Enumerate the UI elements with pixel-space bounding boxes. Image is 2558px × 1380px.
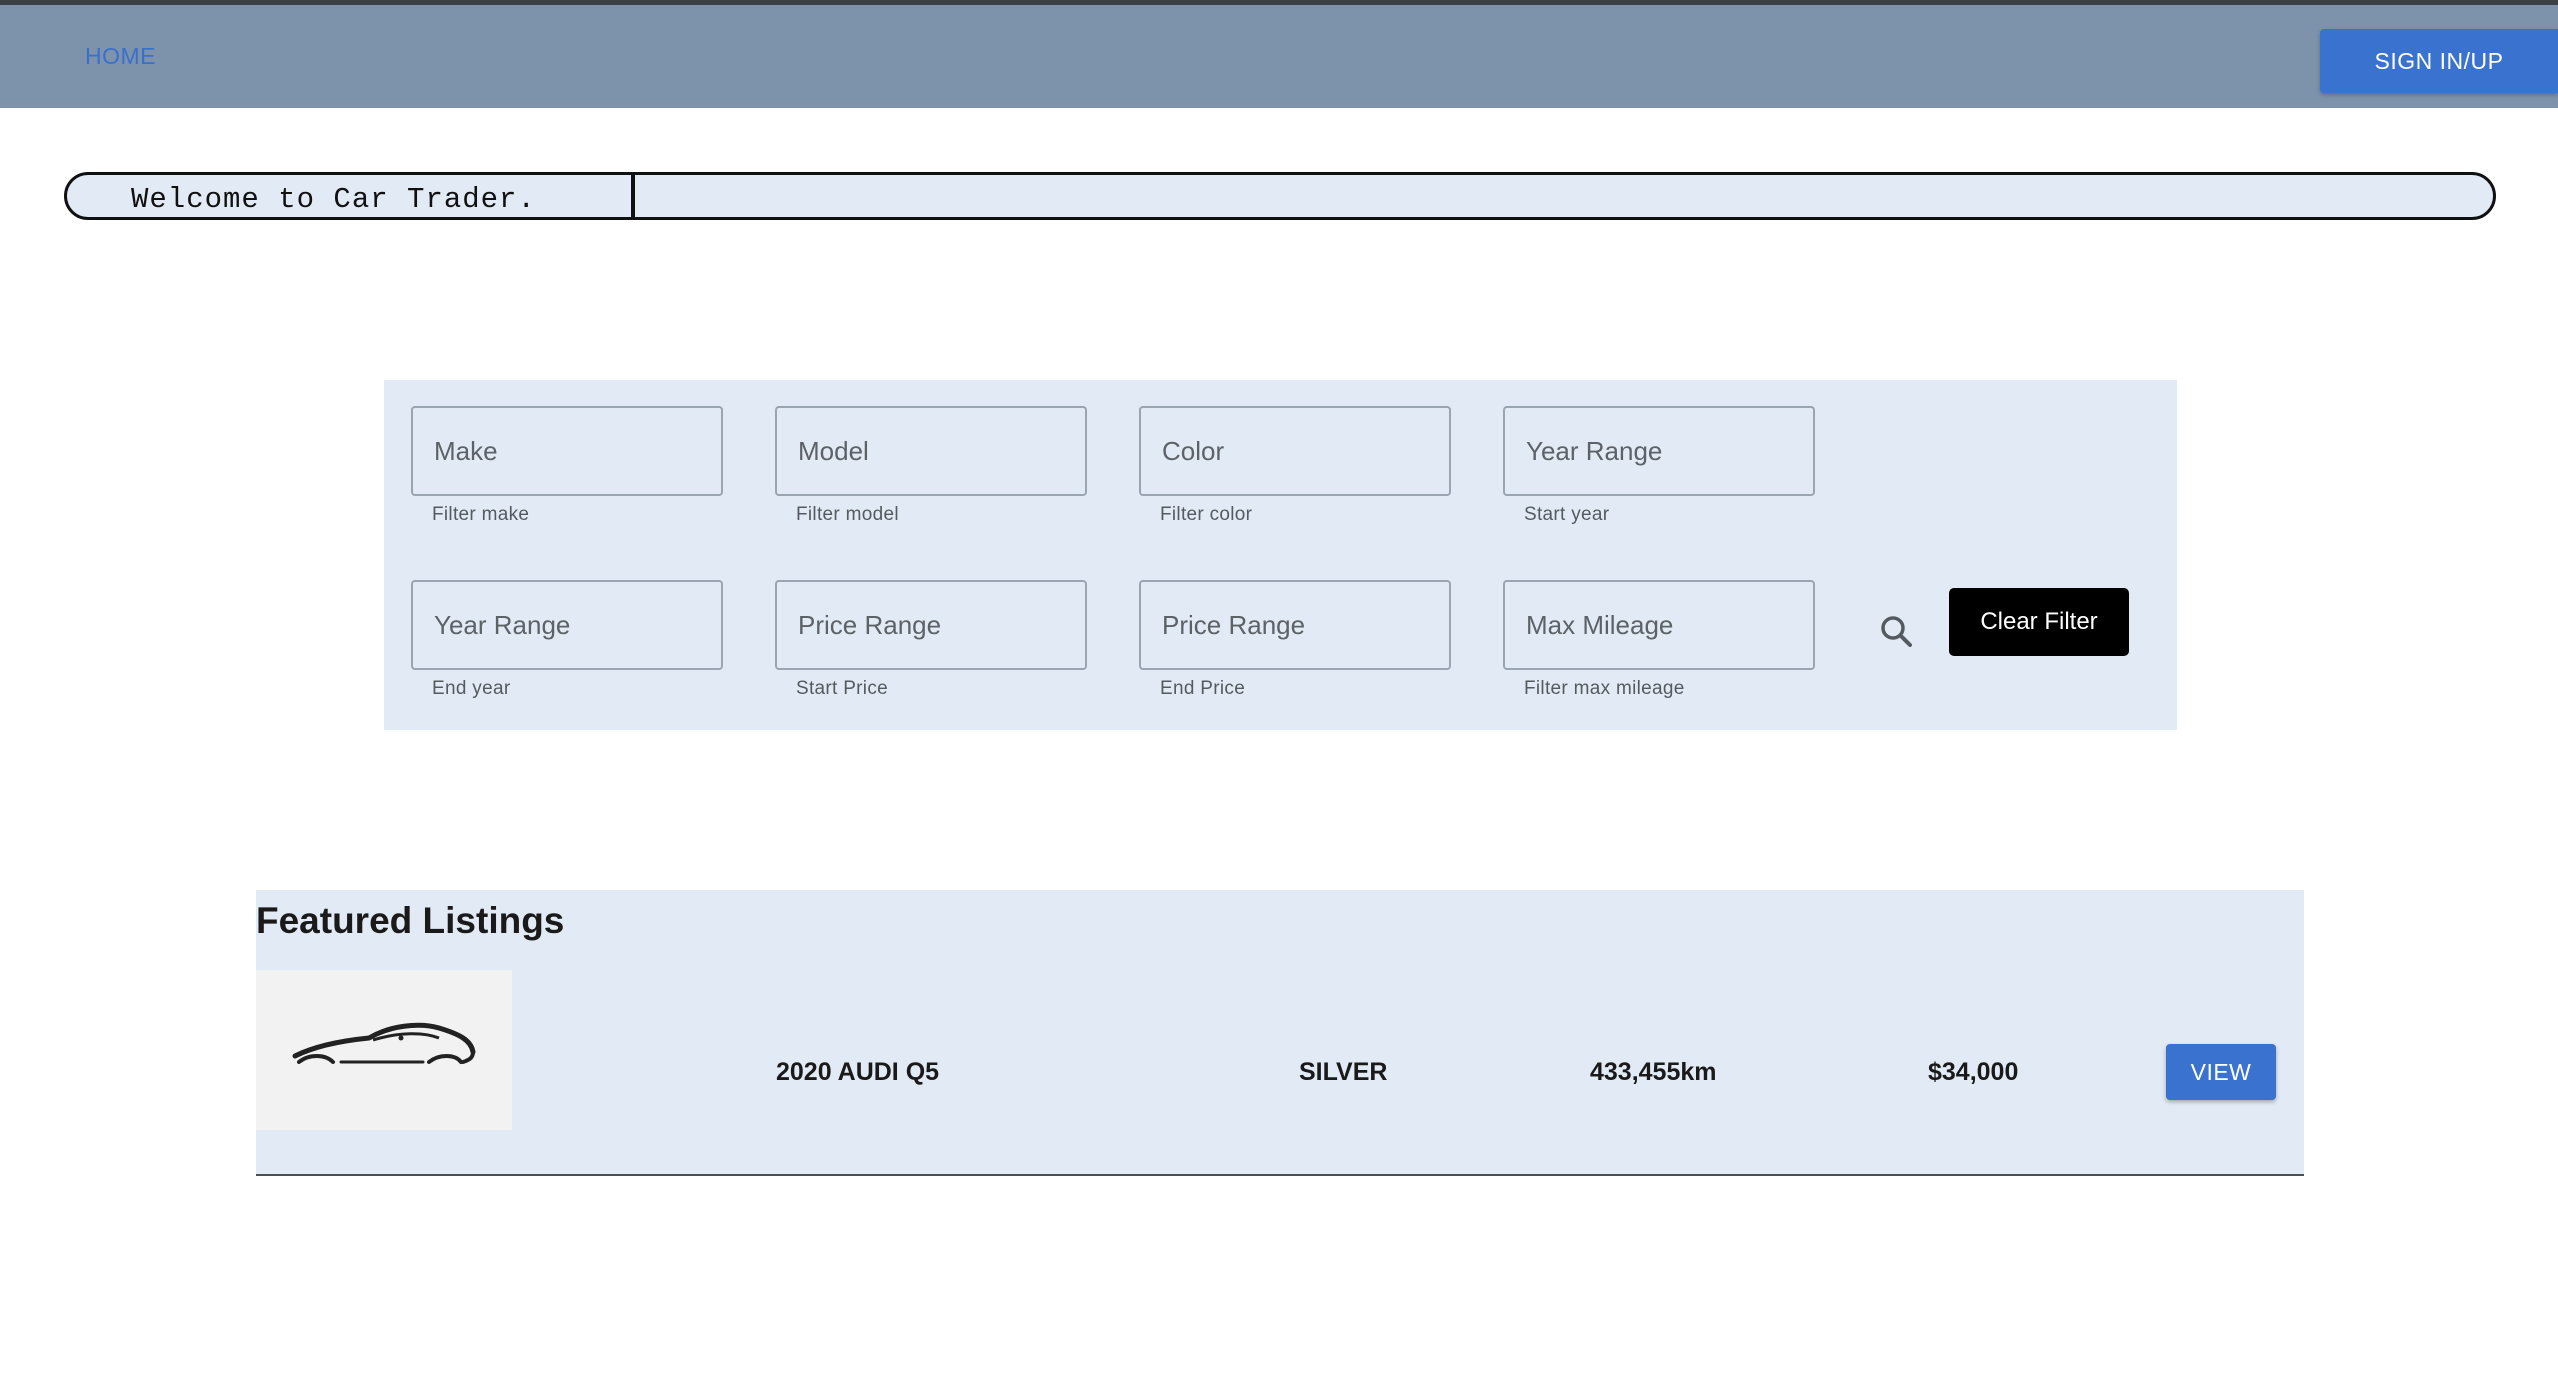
filter-panel: Filter make Filter model Filter color St… xyxy=(384,380,2177,730)
color-helper-text: Filter color xyxy=(1160,504,1253,525)
max-mileage-helper-text: Filter max mileage xyxy=(1524,678,1685,699)
home-link[interactable]: HOME xyxy=(85,43,156,70)
year-start-input-box[interactable] xyxy=(1503,406,1815,496)
typing-caret xyxy=(631,175,635,217)
listing-name: 2020 AUDI Q5 xyxy=(776,1058,940,1086)
color-field: Filter color xyxy=(1139,406,1451,526)
price-end-input[interactable] xyxy=(1162,582,1449,668)
price-start-input[interactable] xyxy=(798,582,1085,668)
listing-price: $34,000 xyxy=(1928,1058,2019,1086)
model-input[interactable] xyxy=(798,408,1085,494)
featured-listings-title: Featured Listings xyxy=(256,900,565,941)
welcome-text: Welcome to Car Trader. xyxy=(131,183,536,216)
view-listing-button[interactable]: VIEW xyxy=(2166,1044,2276,1100)
year-end-field: End year xyxy=(411,580,723,700)
price-start-field: Start Price xyxy=(775,580,1087,700)
search-icon[interactable] xyxy=(1875,610,1919,654)
make-field: Filter make xyxy=(411,406,723,526)
sign-in-up-button[interactable]: SIGN IN/UP xyxy=(2320,29,2558,93)
top-navbar: HOME SIGN IN/UP xyxy=(0,0,2558,108)
welcome-marquee: Welcome to Car Trader. xyxy=(64,172,2496,220)
car-silhouette-icon xyxy=(289,1018,479,1083)
listing-mileage: 433,455km xyxy=(1590,1058,1717,1086)
page-root: HOME SIGN IN/UP Welcome to Car Trader. F… xyxy=(0,0,2558,1380)
max-mileage-input-box[interactable] xyxy=(1503,580,1815,670)
year-start-input[interactable] xyxy=(1526,408,1813,494)
max-mileage-input[interactable] xyxy=(1526,582,1813,668)
model-field: Filter model xyxy=(775,406,1087,526)
price-start-input-box[interactable] xyxy=(775,580,1087,670)
listing-thumbnail xyxy=(256,970,512,1130)
listing-color: SILVER xyxy=(1299,1058,1388,1086)
year-start-helper-text: Start year xyxy=(1524,504,1610,525)
color-input-box[interactable] xyxy=(1139,406,1451,496)
year-end-helper-text: End year xyxy=(432,678,511,699)
max-mileage-field: Filter max mileage xyxy=(1503,580,1815,700)
price-end-field: End Price xyxy=(1139,580,1451,700)
color-input[interactable] xyxy=(1162,408,1449,494)
price-start-helper-text: Start Price xyxy=(796,678,888,699)
model-helper-text: Filter model xyxy=(796,504,899,525)
make-input-box[interactable] xyxy=(411,406,723,496)
make-helper-text: Filter make xyxy=(432,504,530,525)
price-end-input-box[interactable] xyxy=(1139,580,1451,670)
year-end-input-box[interactable] xyxy=(411,580,723,670)
make-input[interactable] xyxy=(434,408,721,494)
year-end-input[interactable] xyxy=(434,582,721,668)
year-start-field: Start year xyxy=(1503,406,1815,526)
featured-listings: Featured Listings 2020 AUDI Q5 SILVER 43… xyxy=(256,890,2304,1176)
price-end-helper-text: End Price xyxy=(1160,678,1246,699)
model-input-box[interactable] xyxy=(775,406,1087,496)
clear-filter-button[interactable]: Clear Filter xyxy=(1949,588,2129,656)
